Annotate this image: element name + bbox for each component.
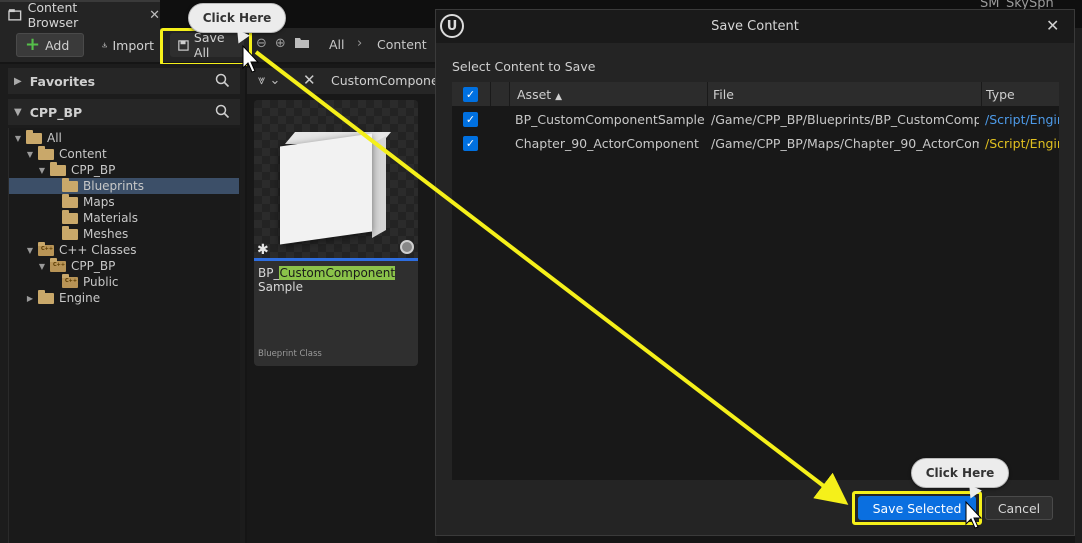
mouse-cursor-icon [965, 500, 983, 529]
mouse-cursor-icon [242, 44, 260, 73]
click-here-callout: Click Here [188, 3, 286, 33]
annotation-arrow [254, 50, 849, 505]
click-here-callout: Click Here [911, 458, 1009, 488]
